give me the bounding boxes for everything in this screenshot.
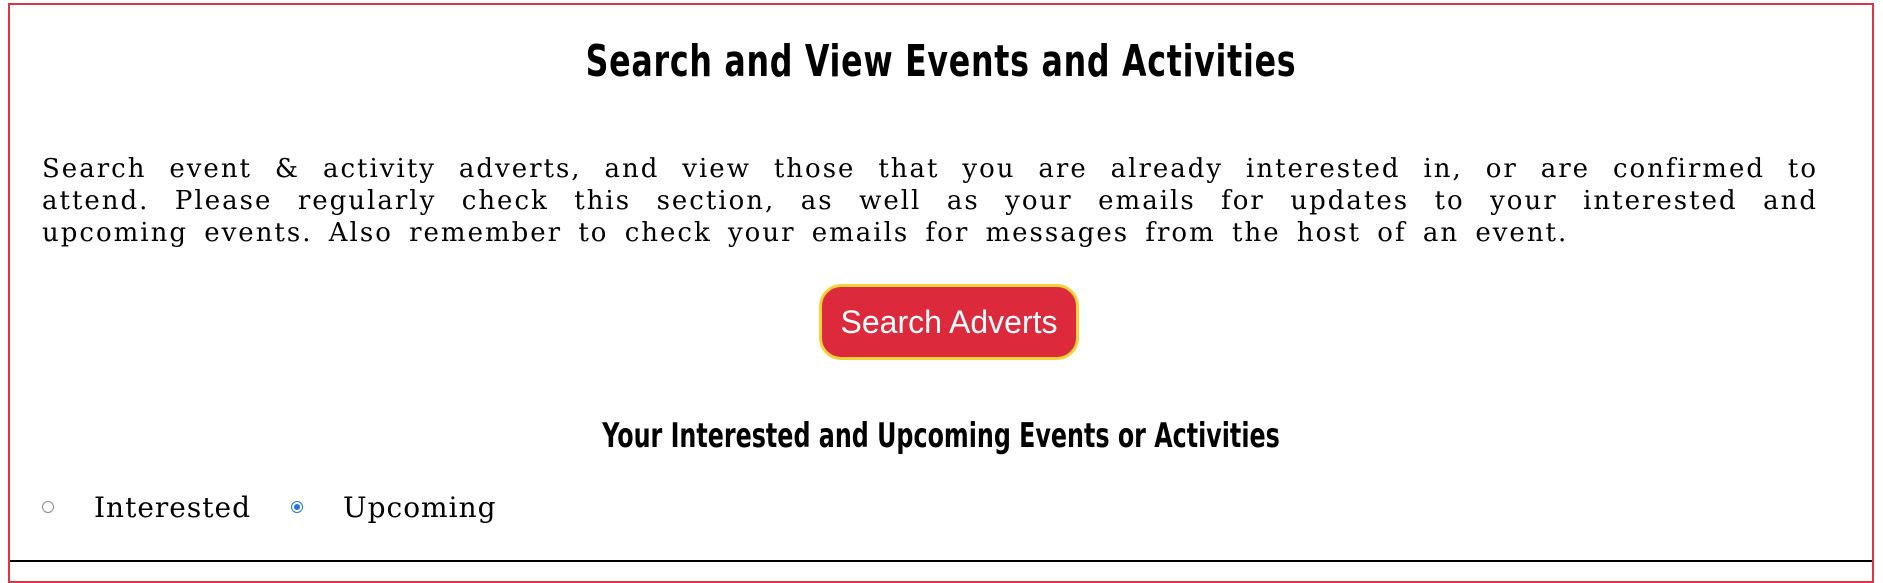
section-divider <box>10 560 1872 562</box>
interested-radio[interactable] <box>42 501 54 513</box>
upcoming-radio[interactable] <box>291 501 303 513</box>
intro-text: Search event & activity adverts, and vie… <box>42 154 1818 248</box>
search-adverts-button[interactable]: Search Adverts <box>819 284 1079 360</box>
events-section-title: Your Interested and Upcoming Events or A… <box>602 416 1280 456</box>
interested-radio-label[interactable]: Interested <box>94 491 251 524</box>
events-panel: Search and View Events and Activities Se… <box>8 3 1874 583</box>
upcoming-radio-label[interactable]: Upcoming <box>343 491 497 524</box>
page-title: Search and View Events and Activities <box>585 36 1297 87</box>
event-filter-group: Interested Upcoming <box>42 487 497 527</box>
